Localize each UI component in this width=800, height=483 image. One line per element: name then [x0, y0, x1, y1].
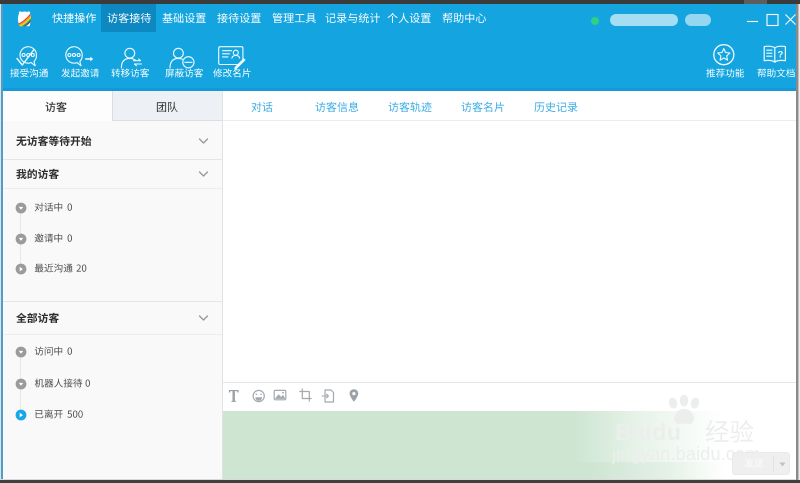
- svg-text:?: ?: [778, 50, 784, 61]
